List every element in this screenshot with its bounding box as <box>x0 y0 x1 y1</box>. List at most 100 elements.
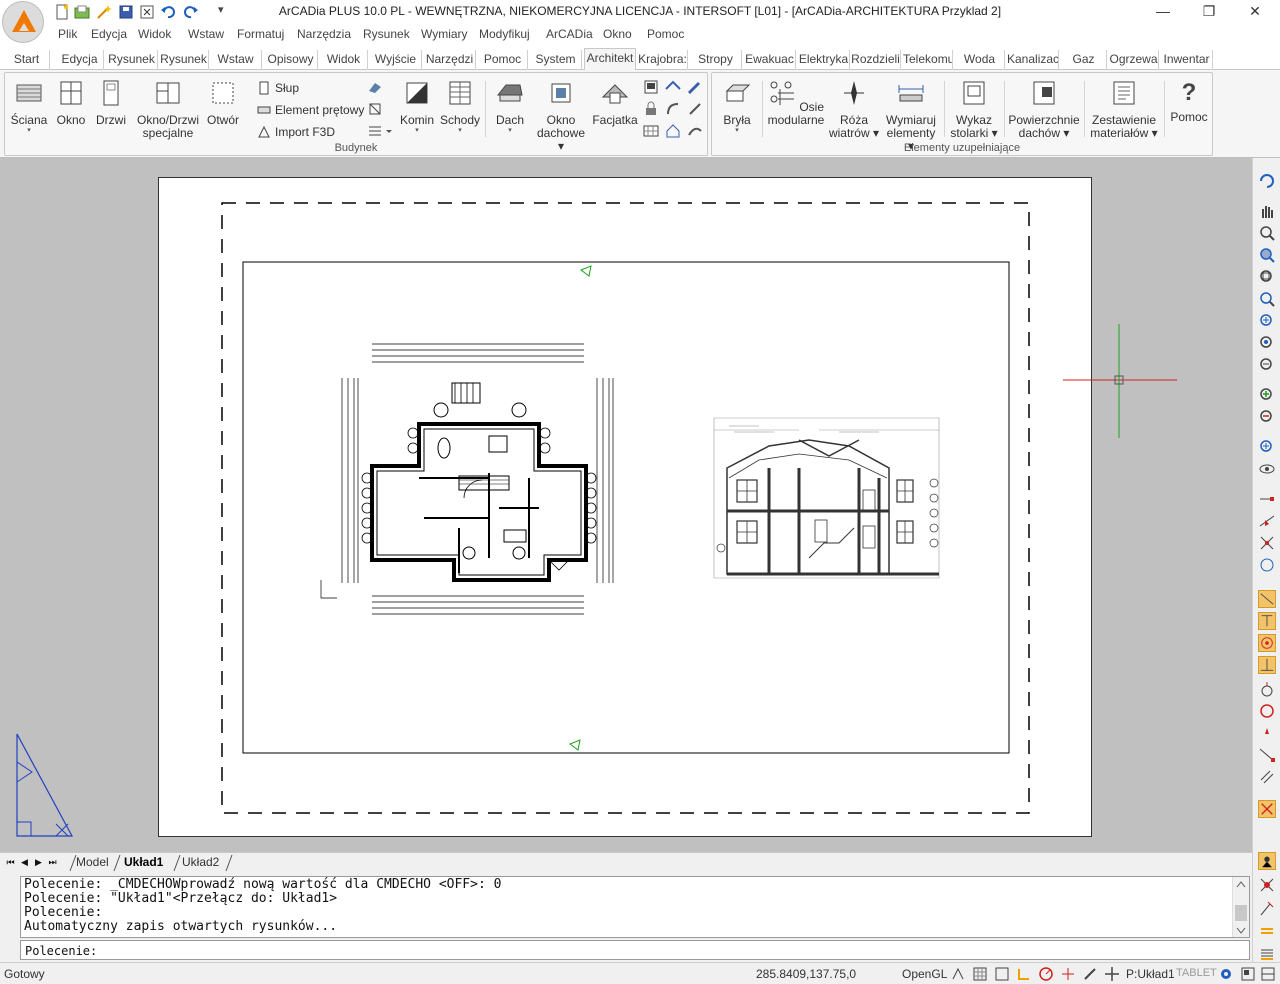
osnap-layer-icon[interactable] <box>1258 922 1276 940</box>
menu-pomoc[interactable]: Pomoc <box>647 27 684 41</box>
drzwi-button[interactable]: Drzwi <box>93 79 129 127</box>
curve-tool-icon[interactable] <box>665 101 681 117</box>
otwor-button[interactable]: Otwór <box>203 79 243 127</box>
tab-kanalizacja[interactable]: Kanalizac <box>1007 50 1059 70</box>
snap-mode-icon[interactable] <box>950 966 966 982</box>
zoom-in-icon[interactable] <box>1258 386 1276 404</box>
snap-midpoint-icon[interactable] <box>1258 512 1276 530</box>
tab-opisowy[interactable]: Opisowy <box>264 50 318 70</box>
snap-center-icon[interactable] <box>1258 556 1276 574</box>
settings-gear-icon[interactable] <box>1218 966 1234 982</box>
scroll-down-icon[interactable] <box>1236 927 1246 935</box>
menu-arcadia[interactable]: ArCADia <box>546 27 593 41</box>
osnap-settings-icon[interactable] <box>1258 852 1276 870</box>
tab-architekt[interactable]: Architekt <box>584 48 636 71</box>
zoom-out-icon[interactable] <box>1258 408 1276 426</box>
status-tablet[interactable]: TABLET <box>1176 967 1217 979</box>
menu-wstaw[interactable]: Wstaw <box>188 27 224 41</box>
snap-intersection-icon[interactable] <box>1258 534 1276 552</box>
tab-elektryka[interactable]: Elektryka <box>798 50 850 70</box>
powierzchnie-dachow-button[interactable]: Powierzchnie dachów ▾ <box>1006 79 1082 140</box>
tab-rozdzielnice[interactable]: Rozdzieli <box>851 50 901 70</box>
menu-widok[interactable]: Widok <box>138 27 171 41</box>
menu-rysunek[interactable]: Rysunek <box>363 27 410 41</box>
tab-stropy[interactable]: Stropy <box>690 50 742 70</box>
pomoc-button[interactable]: ? Pomoc <box>1166 79 1212 124</box>
dynamic-input-icon[interactable] <box>1104 966 1120 982</box>
osnap-tracking-icon[interactable] <box>1258 876 1276 894</box>
menu-formatuj[interactable]: Formatuj <box>237 27 284 41</box>
tab-edycja[interactable]: Edycja <box>56 50 104 70</box>
sciana-button[interactable]: Ściana ▾ <box>7 79 51 135</box>
layout-drawing[interactable] <box>159 178 1093 838</box>
snap-node-icon[interactable] <box>1258 680 1276 698</box>
tab-krajobraz[interactable]: Krajobra: <box>638 50 688 70</box>
snap-circle-icon[interactable] <box>1258 702 1276 720</box>
tab-system[interactable]: System <box>530 50 582 70</box>
menu-wymiary[interactable]: Wymiary <box>421 27 468 41</box>
okno-drzwi-specjalne-button[interactable]: Okno/Drzwi specjalne <box>133 79 203 140</box>
menu-plik[interactable]: Plik <box>58 27 77 41</box>
box-tool-icon[interactable] <box>367 101 383 117</box>
okno-button[interactable]: Okno <box>53 79 89 127</box>
menu-narzedzia[interactable]: Narzędzia <box>297 27 351 41</box>
polar-mode-icon[interactable] <box>1016 966 1032 982</box>
menu-modyfikuj[interactable]: Modyfikuj <box>479 27 530 41</box>
app-logo-icon[interactable] <box>2 1 44 43</box>
drawing-workspace[interactable] <box>0 158 1252 852</box>
first-layout-icon[interactable]: ⏮ <box>4 856 17 869</box>
last-layout-icon[interactable]: ⏭ <box>46 856 59 869</box>
command-scrollbar[interactable] <box>1232 877 1249 937</box>
tab-wyjscie[interactable]: Wyjście <box>370 50 422 70</box>
snap-clear-icon[interactable] <box>1258 800 1276 818</box>
tab-telekomunikacja[interactable]: Telekomu <box>903 50 953 70</box>
window-tile-icon[interactable] <box>1240 966 1256 982</box>
snap-extension-icon[interactable] <box>1258 746 1276 764</box>
tab-ewakuacja[interactable]: Ewakuac <box>744 50 796 70</box>
roza-wiatrow-button[interactable]: Róża wiatrów ▾ <box>826 79 882 140</box>
schody-button[interactable]: Schody ▾ <box>439 79 481 135</box>
menu-okno[interactable]: Okno <box>603 27 632 41</box>
tab-rysunek[interactable]: Rysunek <box>106 50 158 70</box>
import-f3d-button[interactable]: Import F3D <box>257 123 335 141</box>
grid-mode-icon[interactable] <box>972 966 988 982</box>
pan-hand-icon[interactable] <box>1258 202 1276 220</box>
tab-woda[interactable]: Woda <box>955 50 1005 70</box>
zoom-window-icon[interactable] <box>1258 268 1276 286</box>
otrack-mode-icon[interactable] <box>1060 966 1076 982</box>
osnap-menu-icon[interactable] <box>1258 944 1276 962</box>
minimize-button[interactable]: — <box>1140 0 1186 24</box>
zoom-previous-icon[interactable] <box>1258 246 1276 264</box>
command-input[interactable]: Polecenie: <box>20 940 1250 960</box>
snap-parallel-icon[interactable] <box>1258 768 1276 786</box>
tab-ogrzewanie[interactable]: Ogrzewa <box>1109 50 1159 70</box>
lock-tool-icon[interactable] <box>643 101 659 117</box>
zoom-scale-icon[interactable] <box>1258 312 1276 330</box>
snap-quadrant-icon[interactable] <box>1258 634 1276 652</box>
zoom-realtime-icon[interactable] <box>1258 224 1276 242</box>
scroll-up-icon[interactable] <box>1236 880 1246 888</box>
restore-button[interactable]: ❐ <box>1186 0 1232 24</box>
pen-tool-icon[interactable] <box>687 79 703 95</box>
snap-tangent-icon[interactable] <box>1258 656 1276 674</box>
dach-button[interactable]: Dach ▾ <box>489 79 531 135</box>
zoom-extents-icon[interactable] <box>1258 356 1276 374</box>
tab-narzedzi[interactable]: Narzędzi <box>424 50 476 70</box>
zoom-dynamic-icon[interactable] <box>1258 290 1276 308</box>
stair-tool-icon[interactable] <box>367 79 383 95</box>
roof-tool-icon[interactable] <box>665 79 681 95</box>
tab-wstaw[interactable]: Wstaw <box>210 50 262 70</box>
snap-perpendicular-icon[interactable] <box>1258 612 1276 630</box>
view-eye-icon[interactable] <box>1258 460 1276 478</box>
zoom-all-icon[interactable] <box>1258 438 1276 456</box>
menu-edycja[interactable]: Edycja <box>91 27 127 41</box>
ortho-mode-icon[interactable] <box>994 966 1010 982</box>
element-pretowy-button[interactable]: Element prętowy <box>257 101 364 119</box>
wykaz-stolarki-button[interactable]: Wykaz stolarki ▾ <box>946 79 1002 140</box>
tab-gaz[interactable]: Gaz <box>1061 50 1107 70</box>
regen-icon[interactable] <box>1258 172 1276 190</box>
arc-tool-icon[interactable] <box>687 123 703 139</box>
osnap-pick-icon[interactable] <box>1258 900 1276 918</box>
brush-tool-icon[interactable] <box>687 101 703 117</box>
snap-point-icon[interactable] <box>1258 724 1276 742</box>
